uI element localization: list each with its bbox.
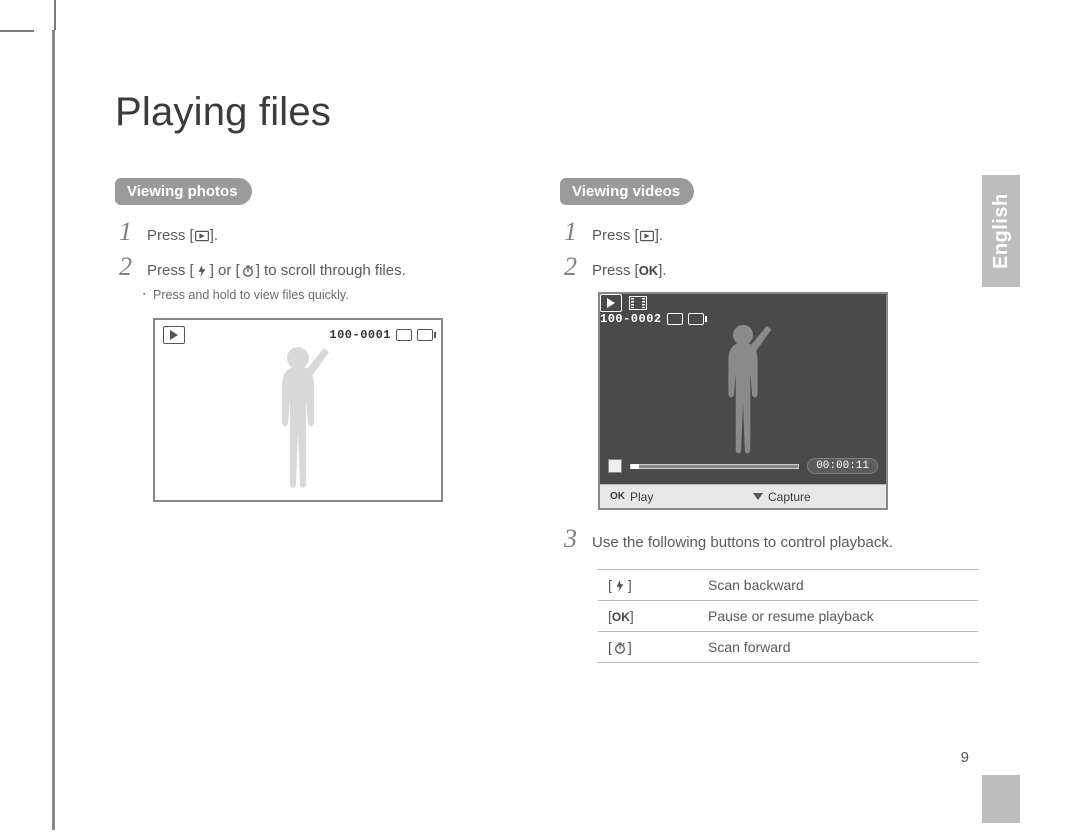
videos-step-2: 2 Press [OK]. [564, 254, 990, 283]
elapsed-time: 00:00:11 [807, 458, 878, 474]
flash-icon [612, 580, 628, 592]
section-heading-videos: Viewing videos [560, 178, 694, 205]
silhouette-figure [701, 318, 785, 456]
lcd-preview-photo: 100-0001 [153, 318, 443, 502]
page-title: Playing files [115, 90, 331, 135]
stop-icon [608, 459, 622, 473]
page-number: 9 [55, 749, 969, 766]
videos-step-1: 1 Press []. [564, 219, 990, 248]
lcd-footer: OK Play Capture [600, 484, 886, 508]
footer-capture-label: Capture [768, 490, 811, 504]
timer-icon [240, 265, 256, 277]
thumb-tab [982, 775, 1020, 823]
videos-step-3: 3 Use the following buttons to control p… [564, 526, 990, 555]
column-videos: Viewing videos 1 Press []. 2 Press [OK]. [560, 178, 990, 663]
progress-bar [630, 464, 799, 469]
ok-hint-icon: OK [610, 491, 625, 502]
manual-page: Playing files English Viewing photos 1 P… [52, 30, 1047, 830]
timer-icon [612, 642, 628, 654]
step-number: 2 [564, 254, 592, 280]
file-counter: 100-0002 [600, 312, 662, 326]
playback-icon [194, 230, 210, 242]
battery-icon [417, 329, 433, 341]
crop-mark-vertical [54, 0, 56, 30]
ok-button-label: OK [639, 263, 659, 278]
playback-mode-icon [600, 294, 622, 312]
down-icon [753, 493, 763, 500]
table-row: [] Scan forward [598, 631, 978, 662]
section-heading-photos: Viewing photos [115, 178, 252, 205]
flash-icon [194, 265, 210, 277]
photos-step-1: 1 Press []. [119, 219, 545, 248]
playback-mode-icon [163, 326, 185, 344]
silhouette-figure [252, 340, 344, 490]
ok-button-label: OK [612, 610, 630, 624]
table-row: [] Scan backward [598, 569, 978, 600]
table-row: [OK] Pause or resume playback [598, 600, 978, 631]
playback-controls-table: [] Scan backward [OK] Pause or resume pl… [598, 569, 978, 663]
lcd-preview-video: 100-0002 00:00:11 [598, 292, 888, 510]
column-photos: Viewing photos 1 Press []. 2 Press [] or… [115, 178, 545, 502]
video-file-icon [629, 296, 647, 310]
photos-step-2: 2 Press [] or [] to scroll through files… [119, 254, 545, 283]
step-number: 3 [564, 526, 592, 552]
step-number: 2 [119, 254, 147, 280]
playback-icon [639, 230, 655, 242]
photos-substep: Press and hold to view files quickly. [153, 288, 545, 302]
memory-icon [667, 313, 683, 325]
crop-mark-horizontal [0, 30, 34, 32]
step-number: 1 [564, 219, 592, 245]
step-number: 1 [119, 219, 147, 245]
memory-icon [396, 329, 412, 341]
footer-play-label: Play [630, 490, 653, 504]
